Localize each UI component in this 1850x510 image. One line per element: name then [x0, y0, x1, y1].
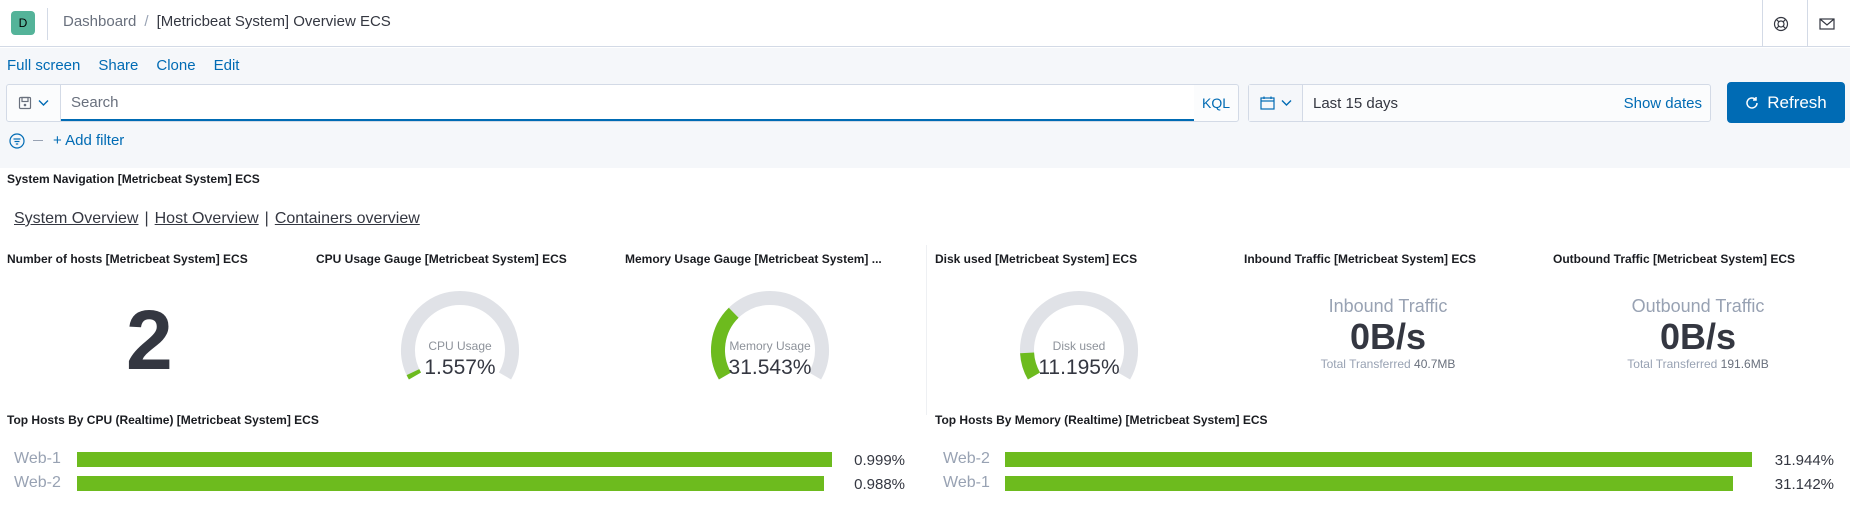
- cpu-gauge-label: CPU Usage: [428, 339, 492, 353]
- header-divider: [1807, 0, 1808, 47]
- inbound-traffic-label: Inbound Traffic: [1328, 296, 1448, 316]
- top-nav-menu: Full screen Share Clone Edit: [7, 57, 239, 74]
- breadcrumb: Dashboard / [Metricbeat System] Overview…: [63, 13, 391, 30]
- save-icon: [18, 96, 32, 110]
- host-name: Web-1: [14, 450, 61, 467]
- system-overview-link[interactable]: System Overview: [14, 210, 138, 228]
- inbound-traffic-value: 0B/s: [1349, 316, 1427, 357]
- time-range-text[interactable]: Last 15 days: [1303, 95, 1624, 112]
- outbound-total-value: 191.6MB: [1720, 357, 1769, 371]
- space-avatar[interactable]: D: [11, 11, 35, 35]
- panel-title-outbound: Outbound Traffic [Metricbeat System] ECS: [1553, 252, 1796, 266]
- saved-query-button[interactable]: [7, 85, 61, 121]
- filter-divider: [33, 140, 43, 141]
- search-wrapper: [61, 85, 1194, 121]
- outbound-traffic-label: Outbound Traffic: [1631, 296, 1765, 316]
- search-input[interactable]: [61, 85, 1194, 119]
- outbound-total: Total Transferred 191.6MB: [1548, 357, 1848, 371]
- header-divider: [1762, 0, 1763, 47]
- inbound-total: Total Transferred 40.7MB: [1238, 357, 1538, 371]
- host-overview-link[interactable]: Host Overview: [155, 210, 259, 228]
- panel-title-top-memory: Top Hosts By Memory (Realtime) [Metricbe…: [935, 413, 1268, 427]
- host-count-value: 2: [126, 293, 173, 387]
- inbound-total-label: Total Transferred: [1320, 357, 1411, 371]
- disk-gauge-value: 11.195%: [1038, 356, 1120, 379]
- date-picker: Last 15 days Show dates: [1248, 84, 1711, 122]
- panel-title-cpu-gauge: CPU Usage Gauge [Metricbeat System] ECS: [316, 252, 567, 266]
- breadcrumb-separator: /: [144, 13, 149, 30]
- top-header: D Dashboard / [Metricbeat System] Overvi…: [0, 0, 1850, 47]
- refresh-icon: [1746, 96, 1758, 109]
- host-bar: [77, 476, 824, 491]
- chevron-down-icon: [1281, 100, 1291, 106]
- quick-menu-button[interactable]: [1249, 85, 1303, 121]
- containers-overview-link[interactable]: Containers overview: [275, 210, 420, 228]
- breadcrumb-current: [Metricbeat System] Overview ECS: [156, 13, 391, 30]
- host-value: 0.999%: [854, 452, 905, 469]
- show-dates-link[interactable]: Show dates: [1624, 95, 1710, 112]
- panel-title-top-cpu: Top Hosts By CPU (Realtime) [Metricbeat …: [7, 413, 319, 427]
- panel-title-hosts: Number of hosts [Metricbeat System] ECS: [7, 252, 248, 266]
- nav-separator: |: [144, 210, 149, 227]
- kql-toggle[interactable]: KQL: [1194, 85, 1238, 121]
- outbound-traffic-value: 0B/s: [1659, 316, 1737, 357]
- refresh-button[interactable]: Refresh: [1727, 82, 1845, 123]
- host-bar: [1005, 476, 1734, 491]
- chevron-down-icon: [38, 100, 49, 106]
- filter-options-icon[interactable]: [9, 132, 25, 149]
- panel-title-navigation: System Navigation [Metricbeat System] EC…: [7, 172, 260, 186]
- host-name: Web-1: [943, 474, 990, 491]
- memory-gauge-label: Memory Usage: [729, 339, 811, 353]
- host-value: 0.988%: [854, 476, 905, 493]
- calendar-icon: [1259, 96, 1275, 110]
- panel-title-inbound: Inbound Traffic [Metricbeat System] ECS: [1244, 252, 1477, 266]
- disk-gauge-label: Disk used: [1052, 339, 1106, 353]
- inbound-total-value: 40.7MB: [1414, 357, 1456, 371]
- query-area: Full screen Share Clone Edit KQL Last 15…: [0, 48, 1850, 168]
- share-link[interactable]: Share: [98, 57, 138, 74]
- panel-divider: [926, 245, 927, 415]
- memory-gauge-value: 31.543%: [728, 356, 812, 379]
- host-name: Web-2: [14, 474, 61, 491]
- refresh-label: Refresh: [1767, 92, 1827, 112]
- breadcrumb-dashboard[interactable]: Dashboard: [63, 13, 136, 30]
- host-value: 31.142%: [1774, 476, 1834, 493]
- system-nav-links: System Overview | Host Overview | Contai…: [14, 210, 420, 228]
- clone-link[interactable]: Clone: [156, 57, 195, 74]
- panel-title-disk: Disk used [Metricbeat System] ECS: [935, 252, 1138, 266]
- edit-link[interactable]: Edit: [214, 57, 240, 74]
- host-bar: [77, 452, 832, 467]
- panel-title-memory-gauge: Memory Usage Gauge [Metricbeat System] .…: [625, 252, 882, 266]
- host-bar: [1005, 452, 1752, 467]
- query-bar: KQL: [6, 84, 1239, 122]
- host-value: 31.944%: [1774, 452, 1834, 469]
- nav-separator: |: [264, 210, 269, 227]
- add-filter-button[interactable]: + Add filter: [53, 132, 124, 149]
- host-name: Web-2: [943, 450, 990, 467]
- filter-row: + Add filter: [9, 132, 124, 149]
- mail-icon[interactable]: [1813, 10, 1841, 38]
- cpu-gauge-value: 1.557%: [424, 356, 496, 379]
- outbound-total-label: Total Transferred: [1627, 357, 1718, 371]
- header-divider: [47, 8, 48, 40]
- full-screen-link[interactable]: Full screen: [7, 57, 80, 74]
- help-icon[interactable]: [1767, 10, 1795, 38]
